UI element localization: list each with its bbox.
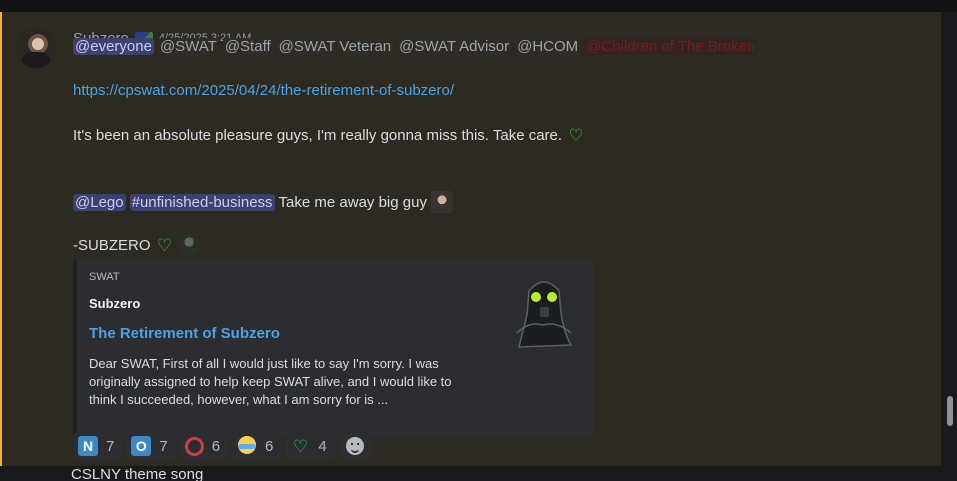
- reaction-green-heart[interactable]: ♡ 4: [285, 431, 335, 461]
- reaction-count: 7: [106, 437, 115, 455]
- soldier-emoji-icon[interactable]: [178, 235, 199, 255]
- take-away-text: Take me away big guy: [278, 193, 427, 211]
- mention-hcom[interactable]: @HCOM: [515, 38, 581, 55]
- reaction-count: 4: [318, 437, 327, 455]
- green-heart-icon: ♡: [292, 436, 308, 456]
- embed-author[interactable]: Subzero: [89, 296, 140, 311]
- reaction-count: 6: [265, 437, 274, 455]
- signature-text: -SUBZERO: [73, 236, 151, 254]
- mention-swat-veteran[interactable]: @SWAT Veteran: [276, 38, 394, 55]
- reaction-crying[interactable]: 6: [232, 431, 282, 461]
- link-embed: SWAT Subzero The Retirement of Subzero D…: [73, 259, 594, 437]
- embed-description: Dear SWAT, First of all I would just lik…: [89, 356, 452, 407]
- mention-lego[interactable]: @Lego: [73, 193, 126, 211]
- letter-o-icon: O: [131, 436, 152, 456]
- letter-n-icon: N: [78, 436, 98, 456]
- reaction-o[interactable]: O 7: [126, 431, 176, 461]
- mentions-line: @everyone @SWAT @Staff @SWAT Veteran @SW…: [73, 38, 758, 55]
- embed-title[interactable]: The Retirement of Subzero: [89, 325, 280, 342]
- red-circle-icon: [184, 436, 204, 456]
- retirement-link[interactable]: https://cpswat.com/2025/04/24/the-retire…: [73, 82, 454, 99]
- reaction-red-circle[interactable]: 6: [179, 431, 229, 461]
- mention-swat[interactable]: @SWAT: [157, 38, 219, 55]
- mention-swat-advisor[interactable]: @SWAT Advisor: [397, 38, 512, 55]
- crying-face-icon: [237, 436, 258, 456]
- add-reaction-button[interactable]: [338, 431, 371, 461]
- green-heart-icon[interactable]: ♡: [566, 126, 586, 144]
- reactions-bar: N 7 O 7 6 6 ♡ 4: [73, 431, 371, 461]
- signature-line: -SUBZERO ♡: [73, 235, 199, 255]
- top-bar: [0, 0, 957, 12]
- link-line: https://cpswat.com/2025/04/24/the-retire…: [73, 82, 454, 99]
- next-message-text: CSLNY theme song: [71, 466, 204, 481]
- lego-line: @Lego #unfinished-business Take me away …: [73, 191, 453, 213]
- farewell-line: It's been an absolute pleasure guys, I'm…: [73, 126, 586, 144]
- channel-mention[interactable]: #unfinished-business: [129, 193, 275, 211]
- smiley-icon: [345, 437, 364, 455]
- embed-provider[interactable]: SWAT: [89, 271, 120, 283]
- farewell-text: It's been an absolute pleasure guys, I'm…: [73, 126, 563, 144]
- message-item[interactable]: Subzero 4/25/2025 3:21 AM @everyone @SWA…: [0, 12, 941, 466]
- face-emoji-icon[interactable]: [430, 191, 453, 213]
- reaction-count: 7: [159, 437, 168, 455]
- mention-staff[interactable]: @Staff: [222, 38, 273, 55]
- mention-hidden-role[interactable]: @Children of The Broken: [584, 38, 758, 55]
- mention-everyone[interactable]: @everyone: [73, 38, 154, 55]
- green-heart-icon[interactable]: ♡: [155, 236, 175, 254]
- scrollbar-thumb[interactable]: [947, 396, 953, 426]
- soldier-thumbnail-icon[interactable]: [509, 273, 579, 353]
- reaction-count: 6: [211, 437, 221, 455]
- reaction-n[interactable]: N 7: [73, 431, 123, 461]
- next-message-line: CSLNY theme song: [71, 466, 203, 481]
- avatar[interactable]: [16, 28, 56, 68]
